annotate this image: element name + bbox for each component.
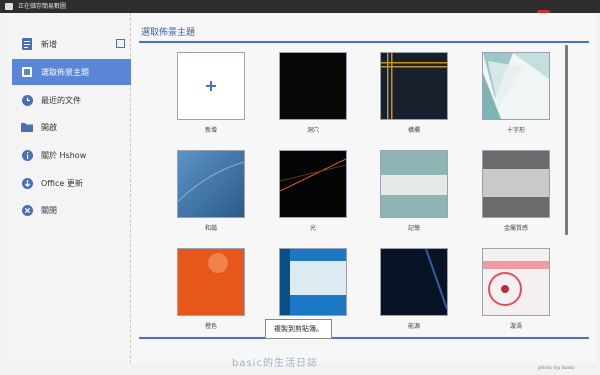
sidebar-item-label: 新增 [41, 39, 57, 49]
sidebar: 新增 選取佈景主題 最近的文件 開啟 關於 Hshow Office 更新 關閉 [4, 13, 131, 363]
theme-label: 洞穴 [306, 127, 319, 134]
theme-label: 能源 [407, 323, 420, 330]
sidebar-item-recent[interactable]: 最近的文件 [12, 87, 131, 113]
sidebar-item-label: Office 更新 [41, 178, 83, 188]
folder-icon [20, 120, 34, 134]
theme-preview [381, 248, 448, 315]
theme-thumb-new[interactable] [177, 52, 245, 120]
close-icon [20, 203, 34, 217]
info-icon [20, 148, 34, 162]
theme-thumb-swirl[interactable] [482, 248, 550, 316]
sidebar-item-open[interactable]: 開啟 [12, 114, 131, 140]
theme-preview [381, 53, 447, 119]
sidebar-item-update[interactable]: Office 更新 [12, 170, 131, 196]
tooltip: 複製到剪貼簿。 [265, 319, 332, 339]
theme-preview [280, 53, 346, 119]
theme-label: 和諧 [204, 225, 217, 232]
theme-thumb-harmony[interactable] [172, 150, 249, 218]
app-window: 正在儲存簡易數圖 hshow 新增 選取佈景主題 最近的文件 [0, 0, 600, 375]
theme-icon [20, 65, 34, 79]
theme-thumb-orange[interactable] [177, 248, 245, 316]
theme-thumb-light[interactable] [279, 150, 347, 218]
theme-preview [483, 249, 549, 315]
update-icon [20, 176, 34, 190]
sidebar-item-themes[interactable]: 選取佈景主題 [12, 59, 131, 85]
scrollbar[interactable] [565, 45, 568, 235]
theme-thumb-metal[interactable] [482, 150, 550, 218]
divider [139, 41, 589, 43]
sidebar-item-new[interactable]: 新增 [12, 31, 131, 57]
page-title: 選取佈景主題 [141, 28, 196, 38]
theme-preview [279, 151, 347, 217]
divider [139, 337, 589, 339]
theme-gallery: 選取佈景主題 新增 洞穴 橫欄 十字形 和諧 光 記憶 金屬質感 橙色 能源 漩… [131, 13, 596, 363]
sidebar-item-about[interactable]: 關於 Hshow [12, 142, 131, 168]
theme-label: 記憶 [407, 225, 420, 232]
sidebar-item-label: 關於 Hshow [41, 150, 87, 160]
app-icon [5, 3, 13, 10]
theme-thumb-cross[interactable] [482, 52, 550, 120]
theme-thumb-columns[interactable] [380, 52, 448, 120]
sidebar-item-close[interactable]: 關閉 [12, 197, 131, 223]
sidebar-item-label: 關閉 [41, 205, 57, 215]
theme-label: 金屬質感 [503, 225, 528, 232]
theme-preview [381, 151, 447, 217]
theme-thumb-energy[interactable] [380, 248, 448, 316]
theme-label: 橙色 [204, 323, 217, 330]
plus-icon [206, 81, 216, 91]
theme-label: 光 [309, 225, 316, 232]
theme-label: 新增 [204, 127, 217, 134]
recent-icon [20, 93, 34, 107]
theme-thumb-cave[interactable] [279, 52, 347, 120]
pin-icon[interactable] [116, 39, 125, 48]
theme-label: 漩渦 [509, 323, 522, 330]
theme-preview [178, 249, 244, 315]
theme-thumb-blue[interactable] [279, 248, 347, 316]
title-bar: 正在儲存簡易數圖 [0, 0, 600, 13]
theme-thumb-memory[interactable] [380, 150, 448, 218]
theme-preview [280, 249, 346, 315]
sidebar-item-label: 最近的文件 [41, 95, 81, 105]
theme-label: 十字形 [506, 127, 525, 134]
sidebar-item-label: 開啟 [41, 122, 57, 132]
theme-preview [483, 53, 549, 119]
sidebar-item-label: 選取佈景主題 [41, 67, 89, 77]
theme-preview [172, 151, 249, 217]
theme-preview [483, 151, 549, 217]
window-title: 正在儲存簡易數圖 [18, 3, 67, 10]
theme-label: 橫欄 [407, 127, 420, 134]
watermark: basic的生活日誌 [232, 358, 318, 369]
photo-credit: photo by basic [538, 365, 575, 371]
document-icon [20, 37, 34, 51]
